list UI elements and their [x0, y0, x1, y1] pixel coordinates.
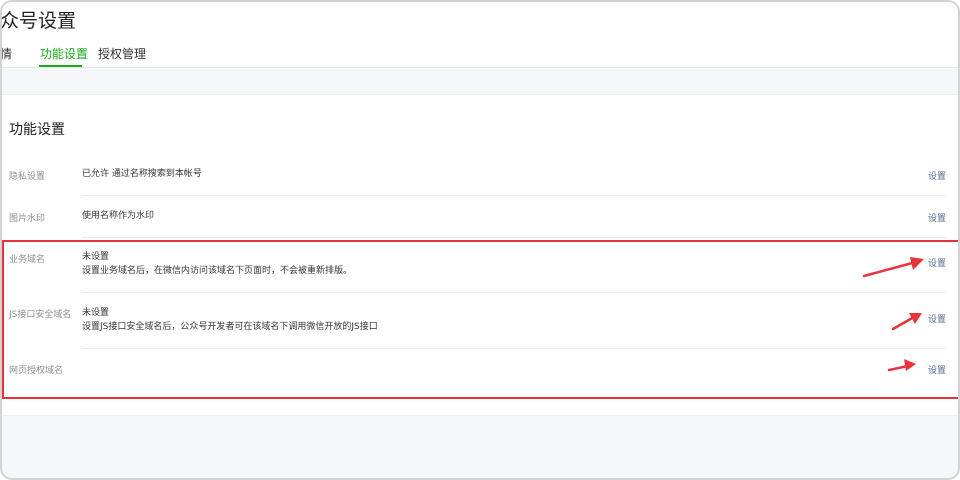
browser-frame: 众号设置 详情 功能设置 授权管理 功能设置 隐私设置 已允许 通过名称搜索到本… — [0, 0, 960, 480]
page-title: 众号设置 — [0, 10, 77, 32]
image-watermark-label: 图片水印 — [9, 214, 46, 224]
tab-function-settings[interactable]: 功能设置 — [40, 45, 88, 62]
row-divider — [82, 237, 946, 238]
tab-details[interactable]: 详情 — [2, 45, 12, 62]
arrow-icon — [891, 313, 922, 331]
section-title: 功能设置 — [9, 122, 65, 138]
arrow-icon — [887, 359, 916, 372]
image-watermark-link[interactable]: 设置 — [928, 211, 946, 224]
privacy-settings-link[interactable]: 设置 — [928, 169, 946, 182]
image-watermark-value: 使用名称作为水印 — [82, 211, 155, 221]
arrow-icon — [862, 257, 924, 278]
active-tab-indicator — [39, 65, 82, 67]
tab-authorization-management[interactable]: 授权管理 — [98, 45, 146, 62]
page-header: 众号设置 详情 功能设置 授权管理 — [0, 2, 958, 68]
privacy-settings-value: 已允许 通过名称搜索到本帐号 — [82, 169, 202, 179]
annotation-highlight-box — [2, 240, 958, 399]
row-divider — [82, 195, 946, 196]
privacy-settings-label: 隐私设置 — [9, 172, 46, 182]
